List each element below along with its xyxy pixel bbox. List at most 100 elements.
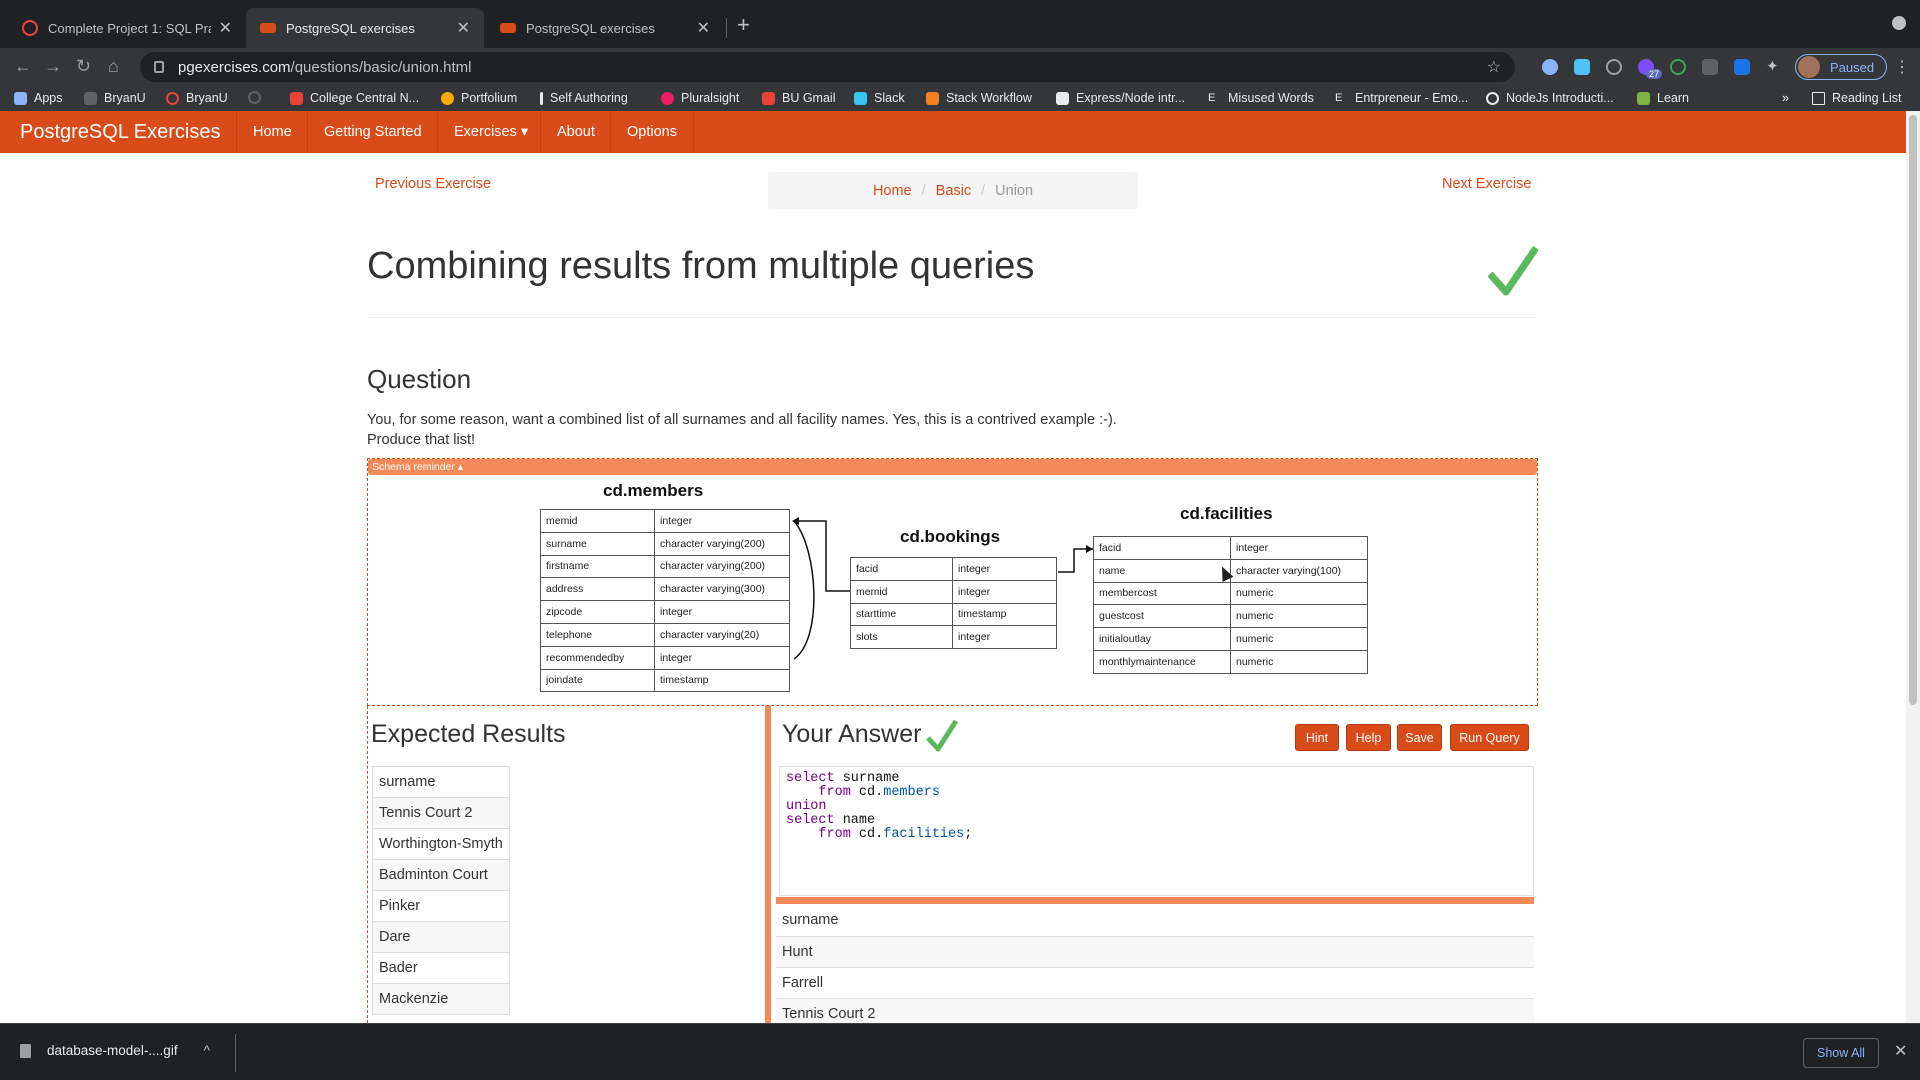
next-exercise-link[interactable]: Next Exercise	[1442, 176, 1531, 192]
table-row: Pinker	[372, 890, 510, 922]
menu-icon[interactable]: ⋮	[1894, 57, 1910, 77]
address-bar[interactable]: pgexercises.com /questions/basic/union.h…	[140, 52, 1515, 82]
bookmark-icon: E	[1335, 91, 1343, 104]
new-tab-icon[interactable]: +	[737, 12, 750, 38]
tab-divider	[726, 18, 727, 38]
slack-icon	[854, 91, 867, 105]
close-tab-icon[interactable]: ✕	[219, 18, 232, 38]
puzzle-icon[interactable]: ✦	[1766, 57, 1782, 75]
nav-exercises[interactable]: Exercises ▾	[437, 111, 544, 153]
extension-icon[interactable]	[1670, 59, 1686, 75]
code-keyword: select	[786, 771, 835, 786]
bookmark-label: College Central N...	[310, 91, 420, 105]
extension-icon[interactable]	[1542, 59, 1558, 75]
bookmark-item[interactable]: College Central N...	[290, 91, 419, 105]
lock-icon	[154, 61, 164, 73]
table-row: surname	[776, 905, 1534, 937]
completed-check-icon	[1488, 246, 1538, 296]
close-tab-icon[interactable]: ✕	[697, 18, 710, 38]
bookmark-item[interactable]: Self Authoring	[540, 91, 628, 105]
bookmark-item[interactable]: E Entrpreneur - Emo...	[1335, 91, 1468, 105]
breadcrumb-basic[interactable]: Basic	[936, 183, 971, 199]
table-cell: surname	[776, 905, 1534, 937]
bookmark-item[interactable]	[248, 91, 268, 104]
nav-home[interactable]: Home	[236, 111, 308, 153]
extension-icon[interactable]	[1574, 59, 1590, 75]
bookmark-label: Apps	[34, 91, 63, 105]
bookmark-apps[interactable]: Apps	[14, 91, 63, 105]
question-line: You, for some reason, want a combined li…	[367, 412, 1117, 428]
url-host: pgexercises.com	[178, 58, 291, 76]
show-all-button[interactable]: Show All	[1803, 1038, 1879, 1068]
extension-icon[interactable]	[1702, 59, 1718, 75]
breadcrumb-home[interactable]: Home	[873, 183, 912, 199]
table-cell: Farrell	[776, 967, 1534, 999]
editor-resize-handle[interactable]	[776, 897, 1534, 904]
extension-icon[interactable]	[1734, 59, 1750, 75]
code-keyword: select	[786, 813, 835, 828]
bookmark-item[interactable]: NodeJs Introducti...	[1486, 91, 1614, 105]
profile-button[interactable]: Paused	[1795, 54, 1887, 80]
tab-sql-practice[interactable]: Complete Project 1: SQL Practi ✕	[8, 8, 246, 48]
reading-list[interactable]: Reading List	[1812, 91, 1902, 105]
expected-results-heading: Expected Results	[371, 720, 566, 748]
tab-pgexercises[interactable]: PostgreSQL exercises ✕	[486, 8, 724, 48]
close-icon[interactable]: ✕	[1894, 1041, 1907, 1061]
bookmarks-overflow[interactable]: »	[1782, 91, 1789, 105]
nav-options[interactable]: Options	[610, 111, 694, 153]
forward-icon[interactable]: →	[44, 56, 62, 77]
chevron-up-icon[interactable]: ^	[204, 1043, 210, 1058]
tab-search-icon[interactable]	[1892, 16, 1906, 30]
bookmark-icon	[1486, 91, 1499, 105]
bookmark-item[interactable]: Stack Workflow	[926, 91, 1032, 105]
reload-icon[interactable]: ↻	[76, 56, 91, 77]
table-row: Hunt	[776, 936, 1534, 968]
code-table-name: facilities	[883, 827, 965, 842]
bookmark-item[interactable]: Portfolium	[441, 91, 517, 105]
bookmark-item[interactable]: BryanU	[166, 91, 228, 105]
code-keyword: from	[786, 827, 851, 842]
extension-badge: 27	[1646, 69, 1663, 79]
bookmark-star-icon[interactable]: ☆	[1487, 57, 1501, 77]
code-text: surname	[834, 771, 900, 786]
page-scrollbar[interactable]	[1906, 111, 1920, 1023]
bookmark-label: Misused Words	[1228, 91, 1314, 105]
download-item[interactable]: database-model-....gif ^	[20, 1043, 210, 1058]
download-divider	[235, 1034, 236, 1072]
relation-line-recommendedby	[793, 520, 815, 660]
bookmark-label: Pluralsight	[681, 91, 740, 105]
bookmark-label: Learn	[1657, 91, 1689, 105]
bookmark-label: Slack	[874, 91, 905, 105]
nav-getting-started[interactable]: Getting Started	[307, 111, 438, 153]
bookmark-item[interactable]: BU Gmail	[762, 91, 835, 105]
apps-grid-icon	[14, 91, 27, 105]
save-button[interactable]: Save	[1397, 724, 1442, 751]
bookmark-item[interactable]: Slack	[854, 91, 905, 105]
bookmark-item[interactable]: BryanU	[84, 91, 146, 105]
bookmark-item[interactable]: Express/Node intr...	[1056, 91, 1185, 105]
download-bar: database-model-....gif ^ Show All ✕	[0, 1023, 1920, 1080]
back-icon[interactable]: ←	[14, 56, 32, 77]
home-icon[interactable]: ⌂	[108, 56, 119, 77]
tab-pgexercises-active[interactable]: PostgreSQL exercises ✕	[246, 8, 484, 48]
scrollbar-thumb[interactable]	[1909, 115, 1917, 705]
bookmark-item[interactable]: Pluralsight	[661, 91, 739, 105]
table-cell: surname	[372, 766, 510, 798]
sql-editor[interactable]: select surname from cd.members union selec…	[779, 766, 1534, 896]
nav-about[interactable]: About	[540, 111, 611, 153]
table-row: Dare	[372, 921, 510, 953]
run-query-button[interactable]: Run Query	[1450, 724, 1529, 751]
bookmark-item[interactable]: Learn	[1637, 91, 1689, 105]
help-button[interactable]: Help	[1346, 724, 1391, 751]
bookmark-label: BU Gmail	[782, 91, 836, 105]
bookmark-label: BryanU	[186, 91, 228, 105]
answer-results-table: surname Hunt Farrell Tennis Court 2	[776, 905, 1534, 1030]
brand-link[interactable]: PostgreSQL Exercises	[20, 121, 220, 144]
bookmark-item[interactable]: E Misused Words	[1208, 91, 1314, 105]
extension-icon[interactable]	[1606, 59, 1622, 75]
relation-line-facid	[1058, 548, 1093, 573]
bookmark-icon	[166, 91, 179, 105]
hint-button[interactable]: Hint	[1295, 724, 1339, 751]
close-tab-icon[interactable]: ✕	[457, 18, 470, 38]
previous-exercise-link[interactable]: Previous Exercise	[375, 176, 491, 192]
